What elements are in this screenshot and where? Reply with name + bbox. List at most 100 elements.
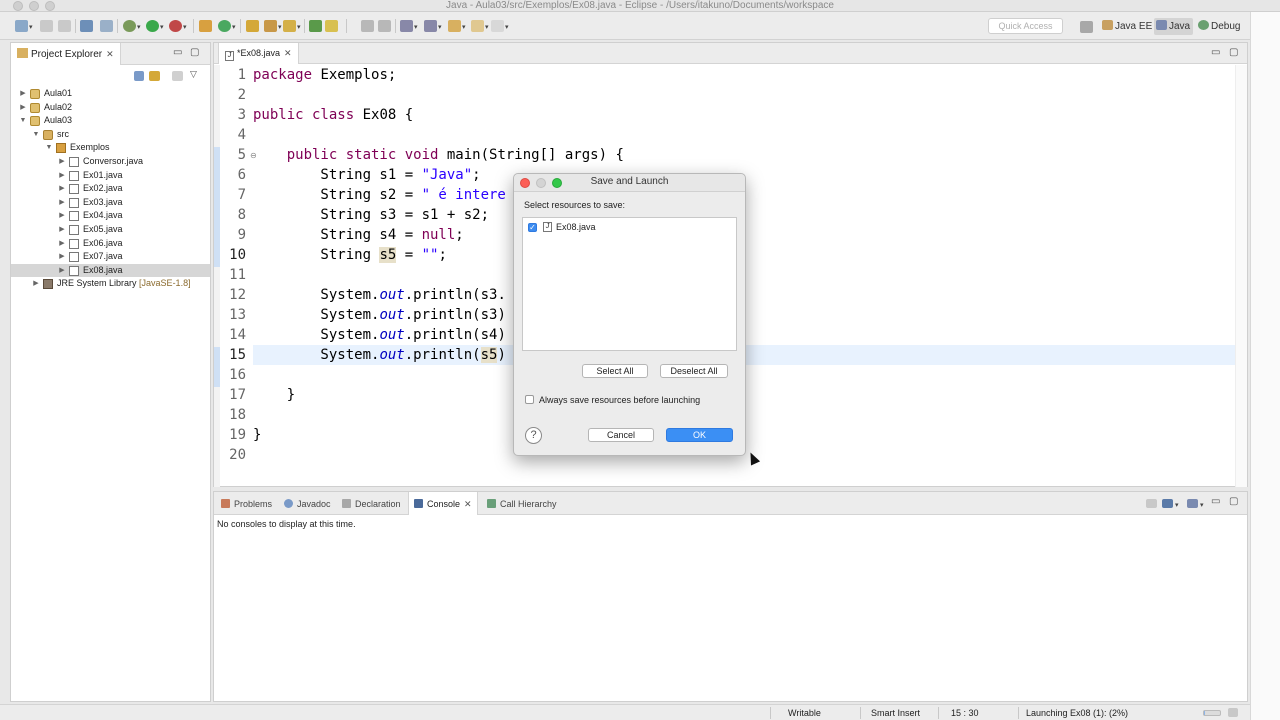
code-line[interactable]: String s2 = " é intere [253,185,505,205]
save-all-icon[interactable] [58,20,71,32]
minimize-view-icon[interactable]: ▭ [173,47,182,58]
close-icon[interactable]: ✕ [464,492,472,516]
perspective-java[interactable]: Java [1154,18,1194,35]
maximize-view-icon[interactable]: ▢ [190,47,199,58]
search-dropdown-icon[interactable]: ▾ [278,23,282,31]
chevron-right-icon[interactable]: ▶ [58,169,66,183]
new-icon[interactable] [15,20,28,32]
close-icon[interactable]: ✕ [106,43,114,66]
code-line[interactable]: System.out.println(s4) [253,325,505,345]
code-line[interactable]: public static void main(String[] args) { [253,145,624,165]
chevron-right-icon[interactable]: ▶ [19,101,27,115]
collapse-all-icon[interactable] [134,71,144,81]
perspective-java-ee[interactable]: Java EE [1100,18,1155,35]
debug-dropdown-icon[interactable]: ▾ [137,23,141,31]
chevron-right-icon[interactable]: ▶ [58,155,66,169]
minimize-view-icon[interactable]: ▭ [1211,47,1220,58]
chevron-right-icon[interactable]: ▶ [58,250,66,264]
tab-declaration[interactable]: Declaration [337,492,406,515]
new-java-class-icon[interactable] [218,20,231,32]
code-line[interactable]: System.out.println(s3) [253,305,505,325]
chevron-right-icon[interactable]: ▶ [19,87,27,101]
display-console-dropdown-icon[interactable]: ▾ [1175,501,1179,509]
run-dropdown-icon[interactable]: ▾ [160,23,164,31]
chevron-right-icon[interactable]: ▶ [58,264,66,278]
chevron-right-icon[interactable]: ▶ [58,182,66,196]
tree-item[interactable]: ▶ Ex01.java [11,169,210,183]
tree-item[interactable]: ▼ Aula03 [11,114,210,128]
open-console-icon[interactable] [80,20,93,32]
tree-item[interactable]: ▶ Ex07.java [11,250,210,264]
tree-item[interactable]: ▼ src [11,128,210,142]
tree-item[interactable]: ▶ Ex04.java [11,209,210,223]
ok-button[interactable]: OK [666,428,733,442]
code-line[interactable]: public class Ex08 { [253,105,413,125]
maximize-view-icon[interactable]: ▢ [1229,47,1238,58]
code-line[interactable]: } [253,385,295,405]
tree-item[interactable]: ▶ Ex06.java [11,237,210,251]
deselect-all-button[interactable]: Deselect All [660,364,728,378]
minimize-view-icon[interactable]: ▭ [1211,496,1220,507]
search-icon[interactable] [264,20,277,32]
help-icon[interactable]: ? [525,427,542,444]
last-edit-dropdown-icon[interactable]: ▾ [505,23,509,31]
previous-annotation-dropdown-icon[interactable]: ▾ [438,23,442,31]
code-line[interactable]: String s4 = null; [253,225,463,245]
last-edit-icon[interactable] [491,20,504,32]
always-save-checkbox[interactable] [525,395,534,404]
tab-project-explorer[interactable]: Project Explorer ✕ [11,43,121,65]
view-menu-icon[interactable]: ▽ [190,69,197,80]
chevron-right-icon[interactable]: ▶ [58,237,66,251]
new-dropdown-icon[interactable]: ▾ [29,23,33,31]
resource-checkbox[interactable]: ✓ [528,223,537,232]
external-tools-icon[interactable] [169,20,182,32]
skip-breakpoints-icon[interactable] [100,20,113,32]
quick-access-field[interactable]: Quick Access [988,18,1063,34]
link-with-editor-icon[interactable] [149,71,160,81]
code-line[interactable]: package Exemplos; [253,65,396,85]
open-perspective-icon[interactable] [1080,21,1093,33]
tree-item[interactable]: ▶ Conversor.java [11,155,210,169]
tab-ex08-java[interactable]: J *Ex08.java ✕ [218,43,299,64]
select-all-button[interactable]: Select All [582,364,648,378]
tree-item[interactable]: ▶ Aula01 [11,87,210,101]
back-dropdown-icon[interactable]: ▾ [462,23,466,31]
new-class-dropdown-icon[interactable]: ▾ [232,23,236,31]
tree-item[interactable]: ▶ Ex08.java [11,263,210,278]
open-console-icon[interactable] [1187,499,1198,508]
next-annotation-dropdown-icon[interactable]: ▾ [414,23,418,31]
back-icon[interactable] [448,20,461,32]
mark-occurrences-icon[interactable] [309,20,322,32]
new-java-package-icon[interactable] [199,20,212,32]
tree-item[interactable]: ▶ Ex05.java [11,223,210,237]
tab-call-hierarchy[interactable]: Call Hierarchy [482,492,562,515]
focus-icon[interactable] [172,71,183,81]
save-icon[interactable] [40,20,53,32]
tab-problems[interactable]: Problems [216,492,277,515]
code-line[interactable]: } [253,425,261,445]
next-annotation-icon[interactable] [400,20,413,32]
tree-item[interactable]: ▶ JRE System Library [JavaSE-1.8] [11,277,210,291]
forward-icon[interactable] [471,20,484,32]
chevron-down-icon[interactable]: ▼ [19,114,27,128]
highlight-icon[interactable] [325,20,338,32]
pen-icon[interactable] [283,20,296,32]
code-line[interactable]: String s3 = s1 + s2; [253,205,489,225]
chevron-right-icon[interactable]: ▶ [58,209,66,223]
run-icon[interactable] [146,20,159,32]
external-tools-dropdown-icon[interactable]: ▾ [183,23,187,31]
code-line[interactable]: System.out.println(s3. [253,285,505,305]
previous-annotation-icon[interactable] [424,20,437,32]
close-icon[interactable]: ✕ [284,43,292,64]
tree-item[interactable]: ▶ Ex03.java [11,196,210,210]
tree-item[interactable]: ▶ Ex02.java [11,182,210,196]
code-line[interactable]: System.out.println(s5) [253,345,506,365]
chevron-down-icon[interactable]: ▼ [32,128,40,142]
open-type-icon[interactable] [246,20,259,32]
display-console-icon[interactable] [1162,499,1173,508]
block-selection-icon[interactable] [378,20,391,32]
maximize-view-icon[interactable]: ▢ [1229,496,1238,507]
tab-console[interactable]: Console ✕ [408,492,478,515]
pen-dropdown-icon[interactable]: ▾ [297,23,301,31]
perspective-debug[interactable]: Debug [1196,18,1243,35]
